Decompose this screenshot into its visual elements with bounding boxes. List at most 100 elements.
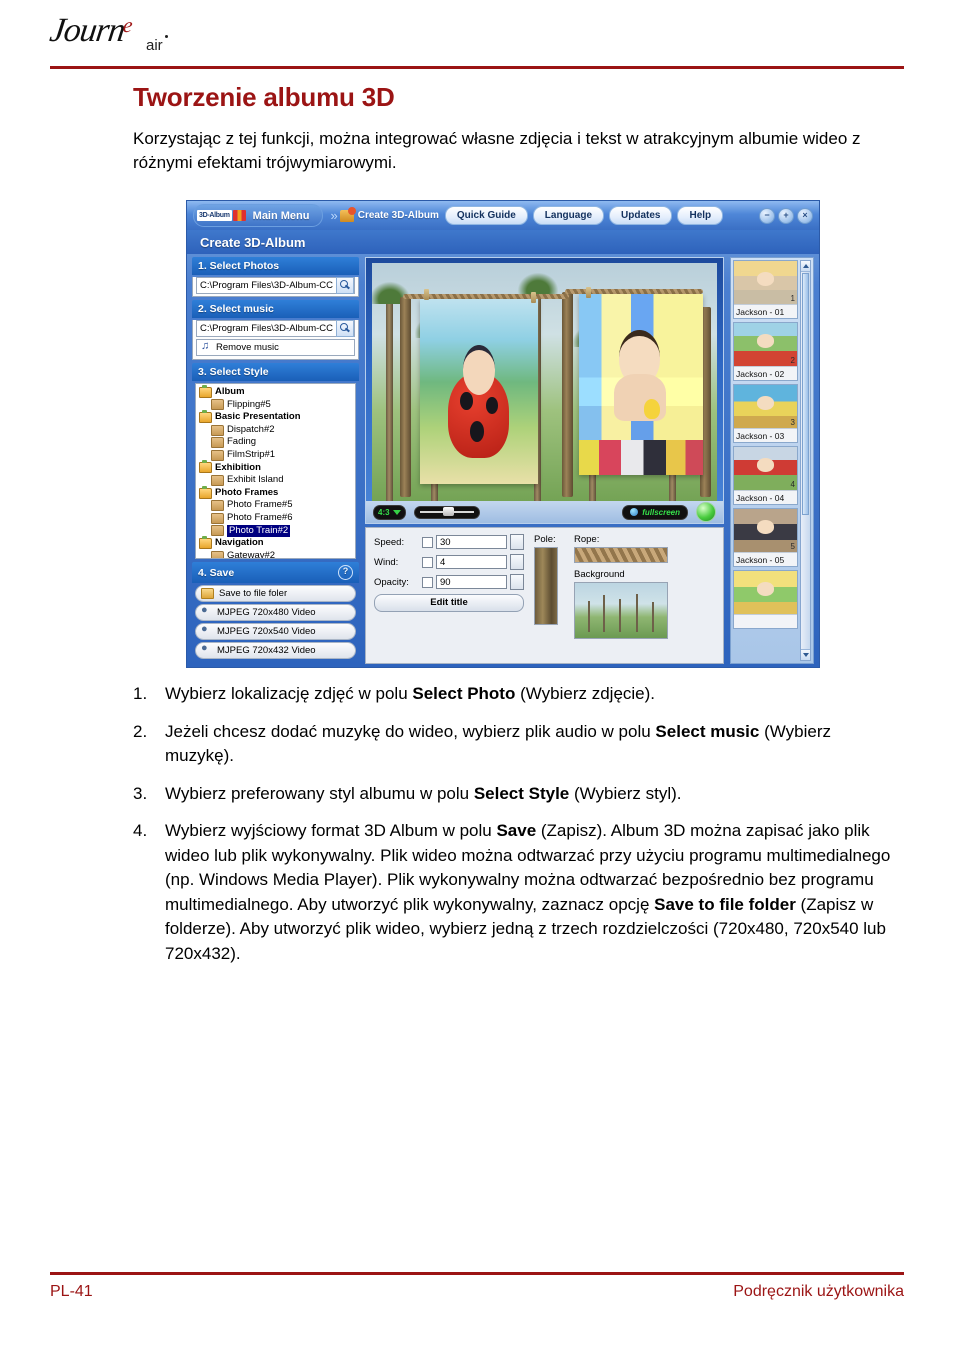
toolbar-current-item: Create 3D-Album — [357, 210, 439, 221]
background-swatch[interactable] — [574, 582, 668, 639]
opacity-input[interactable]: 90 — [436, 575, 507, 589]
manual-label: Podręcznik użytkownika — [733, 1283, 904, 1300]
thumbnail-item[interactable]: 4 Jackson - 04 — [733, 446, 798, 505]
app-toolbar: 3D-Album Main Menu » Create 3D-Album Qui… — [187, 201, 819, 230]
speed-stepper[interactable] — [510, 534, 524, 550]
wind-input[interactable]: 4 — [436, 555, 507, 569]
folder-icon — [201, 588, 214, 599]
content-intro: Tworzenie albumu 3D Korzystając z tej fu… — [133, 82, 893, 193]
volume-knob[interactable] — [443, 507, 455, 516]
select-music-label: 2. Select music — [198, 303, 274, 315]
app-logo-chip: 3D-Album — [197, 210, 232, 221]
instruction-text: Jeżeli chcesz dodać muzykę do wideo, wyb… — [165, 721, 832, 766]
select-photos-label: 1. Select Photos — [198, 260, 280, 272]
select-music-header: 2. Select music — [192, 300, 359, 318]
thumbnail-item[interactable]: 5 Jackson - 05 — [733, 508, 798, 567]
preview-scene — [372, 263, 717, 501]
style-tree-node[interactable]: Photo Train#2 — [199, 524, 355, 538]
wind-checkbox[interactable] — [422, 556, 433, 568]
style-tree-node[interactable]: Navigation — [199, 535, 355, 550]
preview-viewport[interactable]: 4:3 fullscreen — [365, 257, 724, 524]
instruction-text: Wybierz wyjściowy format 3D Album w polu… — [165, 821, 891, 963]
left-panel: 1. Select Photos C:\Program Files\3D-Alb… — [192, 257, 359, 664]
aspect-ratio-selector[interactable]: 4:3 — [373, 504, 406, 520]
opacity-stepper[interactable] — [510, 574, 524, 590]
style-tree-node[interactable]: Flipping#5 — [199, 399, 355, 412]
scroll-down-icon[interactable] — [801, 649, 810, 660]
edit-title-button[interactable]: Edit title — [374, 594, 524, 612]
opacity-row: Opacity: 90 — [374, 574, 524, 590]
thumbnail-number: 4 — [790, 480, 795, 489]
thumbnail-number: 2 — [790, 356, 795, 365]
style-tree-node[interactable]: Album — [199, 384, 355, 399]
style-tree-node[interactable]: Basic Presentation — [199, 409, 355, 424]
style-tree-node[interactable]: Exhibit Island — [199, 474, 355, 487]
thumbnail-caption: Jackson - 05 — [734, 552, 797, 566]
scrollbar-thumb[interactable] — [802, 273, 809, 515]
select-style-label: 3. Select Style — [198, 366, 269, 378]
style-tree-label: Photo Train#2 — [227, 524, 291, 538]
save-header: 4. Save ? — [192, 562, 359, 583]
style-tree-node[interactable]: Gateway#2 — [199, 550, 355, 558]
help-button[interactable]: Help — [677, 206, 724, 225]
maximize-icon[interactable]: + — [778, 207, 794, 224]
opacity-checkbox[interactable] — [422, 576, 433, 588]
updates-button[interactable]: Updates — [609, 206, 673, 225]
thumbnail-image — [734, 323, 797, 367]
thumbnail-item[interactable] — [733, 570, 798, 629]
speed-input[interactable]: 30 — [436, 535, 507, 549]
play-button[interactable] — [696, 502, 716, 522]
style-tree-node[interactable]: FilmStrip#1 — [199, 449, 355, 462]
style-tree-label: Basic Presentation — [215, 411, 301, 423]
thumbnail-scrollbar[interactable] — [800, 260, 811, 661]
thumbnail-item[interactable]: 3 Jackson - 03 — [733, 384, 798, 443]
main-menu-button[interactable]: 3D-Album Main Menu — [193, 204, 323, 227]
wind-stepper[interactable] — [510, 554, 524, 570]
music-path-row[interactable]: C:\Program Files\3D-Album-CC — [196, 320, 355, 337]
folder-icon — [211, 424, 224, 436]
thumbnail-item[interactable]: 2 Jackson - 02 — [733, 322, 798, 381]
style-tree-node[interactable]: Exhibition — [199, 460, 355, 475]
chevron-right-icon: » — [330, 208, 338, 223]
pole-swatch[interactable] — [534, 547, 558, 625]
fullscreen-button[interactable]: fullscreen — [622, 504, 688, 520]
save-option-item[interactable]: Save to file foler — [195, 585, 356, 602]
application-screenshot: 3D-Album Main Menu » Create 3D-Album Qui… — [186, 200, 820, 668]
style-tree-label: Photo Frame#5 — [227, 499, 293, 511]
style-tree-node[interactable]: Photo Frame#6 — [199, 512, 355, 525]
style-tree-node[interactable]: Photo Frame#5 — [199, 499, 355, 512]
photos-browse-icon[interactable] — [336, 277, 354, 294]
save-option-item[interactable]: MJPEG 720x540 Video — [195, 623, 356, 640]
language-button[interactable]: Language — [532, 206, 605, 225]
quick-guide-button[interactable]: Quick Guide — [444, 206, 528, 225]
help-circle-icon[interactable]: ? — [338, 565, 353, 580]
style-tree-node[interactable]: Dispatch#2 — [199, 424, 355, 437]
style-tree[interactable]: Album Flipping#5 Basic Presentation Dispatc… — [195, 383, 356, 559]
rope-label: Rope: — [574, 534, 600, 545]
instruction-number: 4. — [133, 821, 148, 840]
thumbnail-caption: Jackson - 04 — [734, 490, 797, 504]
save-option-item[interactable]: MJPEG 720x480 Video — [195, 604, 356, 621]
style-tree-node[interactable]: Fading — [199, 436, 355, 449]
ladybug-dot — [460, 391, 474, 411]
volume-slider[interactable] — [413, 505, 480, 519]
folder-open-icon — [199, 384, 212, 398]
rope-swatch[interactable] — [574, 547, 668, 563]
scroll-up-icon[interactable] — [801, 261, 810, 272]
close-icon[interactable]: × — [797, 207, 813, 224]
style-tree-label: Photo Frame#6 — [227, 511, 293, 523]
aspect-ratio-value: 4:3 — [378, 507, 390, 517]
photos-path-row[interactable]: C:\Program Files\3D-Album-CC — [196, 277, 355, 294]
fullscreen-icon — [630, 508, 639, 516]
folder-open-icon — [199, 460, 212, 474]
style-tree-node[interactable]: Photo Frames — [199, 485, 355, 500]
save-option-item[interactable]: MJPEG 720x432 Video — [195, 642, 356, 659]
minimize-icon[interactable]: − — [759, 207, 775, 224]
thumbnail-image — [734, 447, 797, 491]
speed-checkbox[interactable] — [422, 536, 433, 548]
remove-music-button[interactable]: Remove music — [196, 339, 355, 356]
thumbnail-item[interactable]: 1 Jackson - 01 — [733, 260, 798, 319]
save-option-label: MJPEG 720x540 Video — [217, 626, 316, 637]
music-browse-icon[interactable] — [336, 320, 354, 337]
wooden-pole — [399, 297, 411, 497]
